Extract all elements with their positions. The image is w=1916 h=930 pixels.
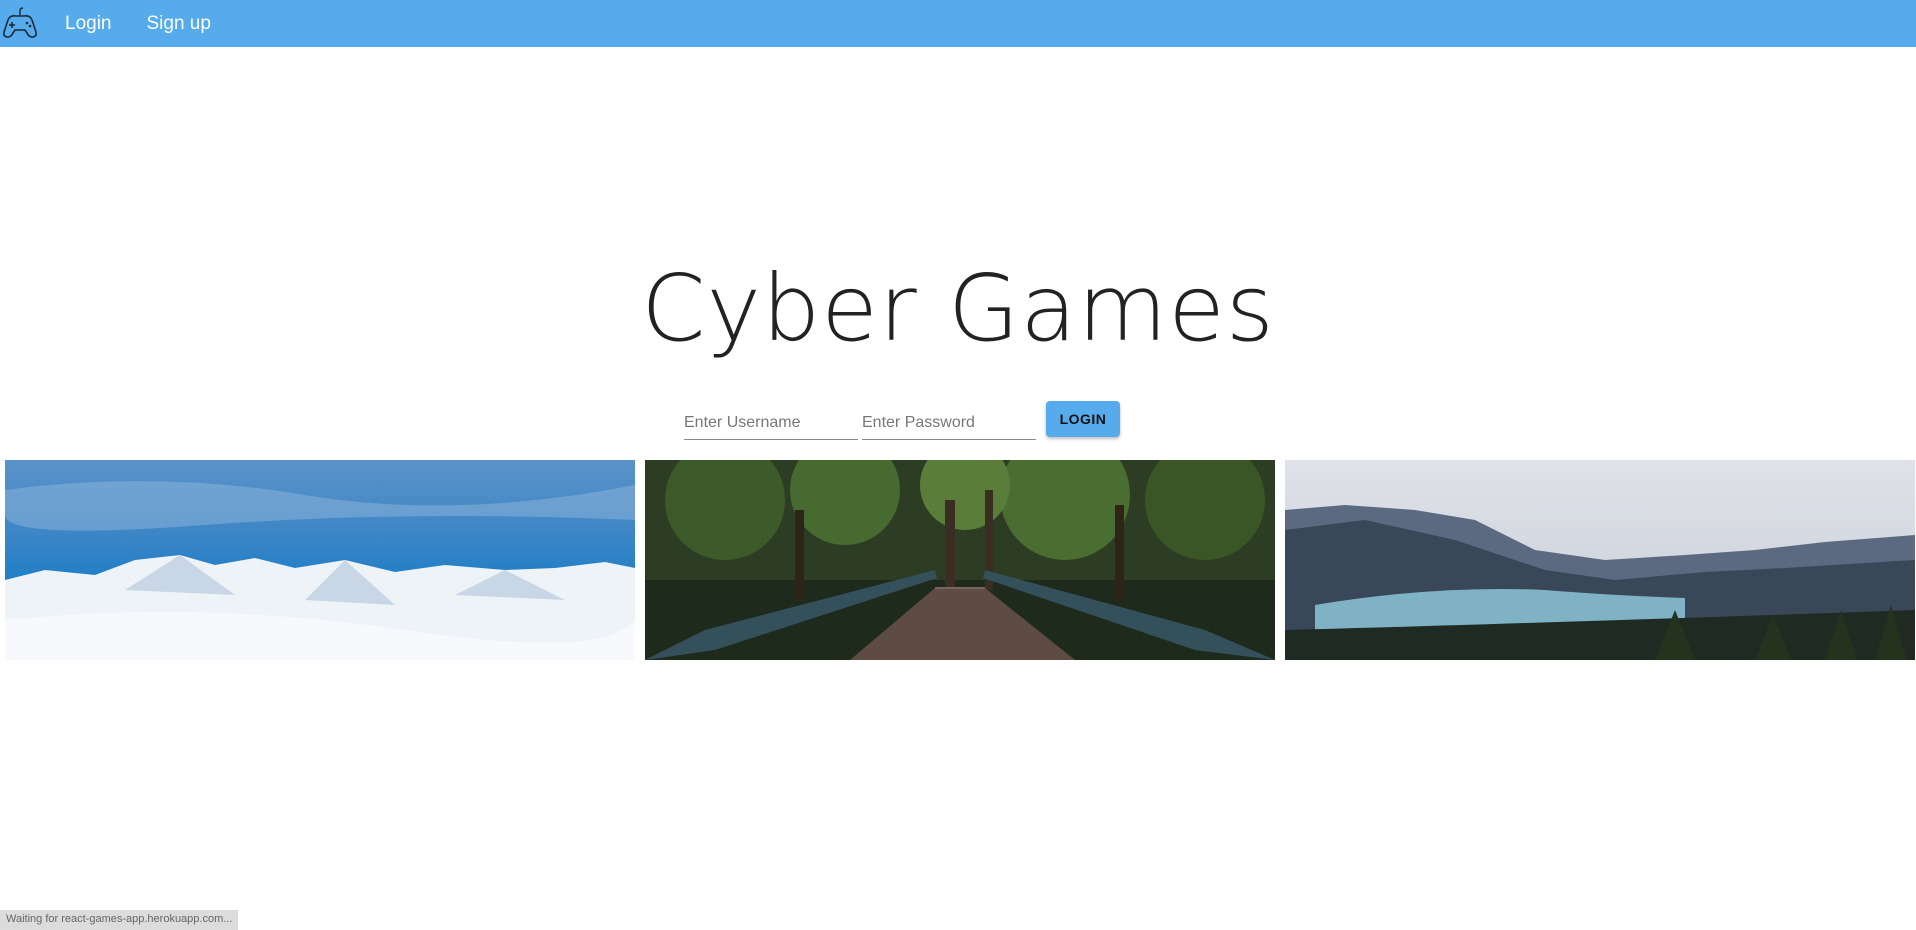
page-title: Cyber Games <box>641 255 1275 362</box>
nav-signup-link[interactable]: Sign up <box>147 13 211 35</box>
forest-bridge-photo <box>645 460 1275 660</box>
snowy-mountains-photo <box>5 460 635 660</box>
login-button[interactable]: LOGIN <box>1046 401 1120 437</box>
nav-login-link[interactable]: Login <box>65 13 112 35</box>
mountain-lake-photo <box>1285 460 1915 660</box>
password-input[interactable] <box>862 402 1036 440</box>
username-input[interactable] <box>684 402 858 440</box>
gamepad-icon[interactable] <box>0 4 40 44</box>
login-form: LOGIN <box>684 401 1120 440</box>
image-gallery <box>5 460 1915 660</box>
browser-status-bar: Waiting for react-games-app.herokuapp.co… <box>0 910 239 930</box>
top-navbar: Login Sign up <box>0 0 1916 47</box>
